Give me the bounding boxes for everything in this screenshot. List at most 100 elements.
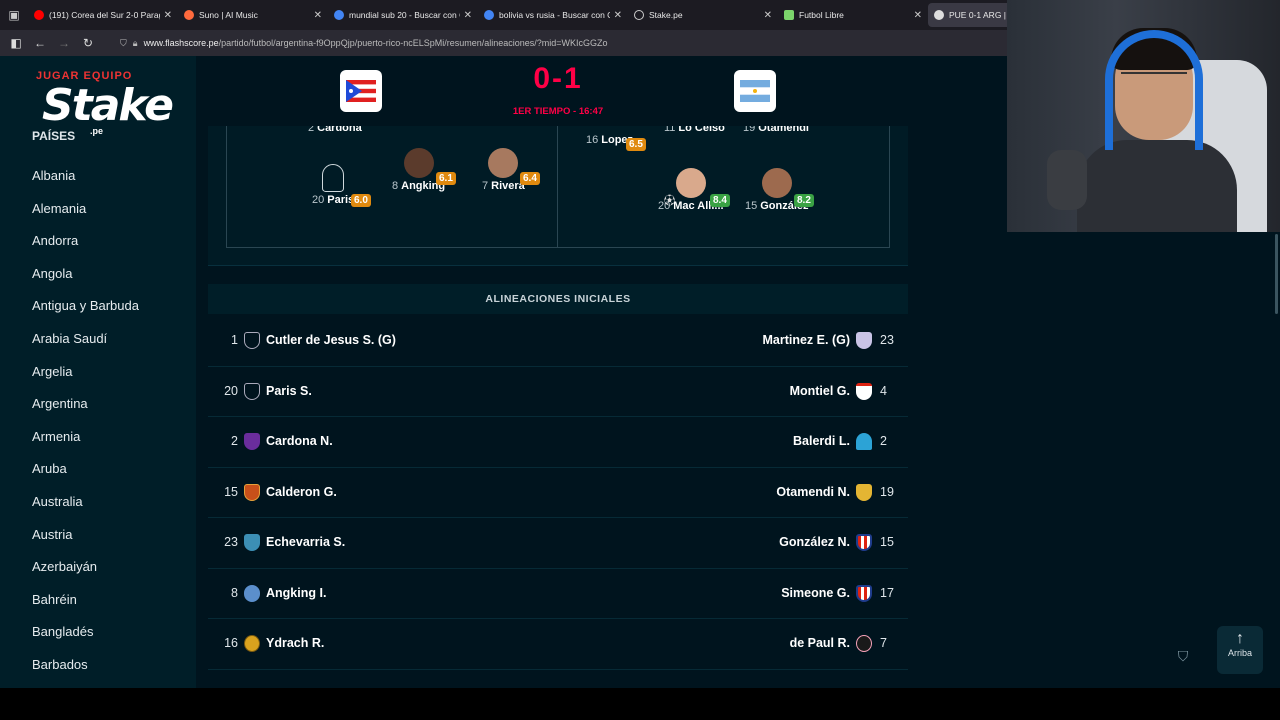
tab-list-icon[interactable]: ▣ — [0, 0, 28, 30]
country-item[interactable]: Azerbaiyán — [32, 559, 139, 592]
home-player-name[interactable]: Calderon G. — [266, 485, 337, 499]
youtube-icon — [34, 10, 44, 20]
home-player-name[interactable]: Echevarria S. — [266, 535, 345, 549]
club-crest-icon — [244, 534, 260, 551]
lineup-row: 16 Ydrach R. de Paul R. 7 — [208, 619, 908, 670]
country-item[interactable]: Argentina — [32, 396, 139, 429]
arrow-up-icon: ↑ — [1236, 630, 1244, 647]
country-item[interactable]: Aruba — [32, 461, 139, 494]
pitch-player[interactable]: 7 Rivera — [482, 148, 525, 192]
player-rating: 8.4 — [710, 194, 730, 207]
aston-villa-crest-icon — [856, 332, 872, 349]
away-player-number: 2 — [880, 434, 887, 448]
browser-tab[interactable]: Futbol Libre ✕ — [778, 0, 928, 30]
country-item[interactable]: Albania — [32, 168, 139, 201]
lineup-pitch: 2 Cardona 20 Paris 6.0 8 Angking 6.1 7 River… — [208, 122, 908, 266]
marseille-crest-icon — [856, 433, 872, 450]
country-item[interactable]: Andorra — [32, 233, 139, 266]
away-player-number: 23 — [880, 333, 894, 347]
country-item[interactable]: Armenia — [32, 429, 139, 462]
page-scrollbar[interactable] — [1275, 234, 1278, 314]
headphones — [1105, 30, 1203, 150]
argentina-flag[interactable] — [734, 70, 776, 112]
country-item[interactable]: Arabia Saudí — [32, 331, 139, 364]
screen: ▣ (191) Corea del Sur 2-0 Paragua✕ Suno … — [0, 0, 1280, 720]
away-player-number: 17 — [880, 585, 894, 600]
sidebar-toggle-icon[interactable]: ◧ — [4, 36, 28, 50]
close-tab-icon[interactable]: ✕ — [914, 10, 922, 21]
benfica-crest-icon — [856, 483, 872, 501]
river-plate-crest-icon — [856, 382, 872, 400]
home-player-number: 8 — [231, 585, 238, 600]
away-player-name[interactable]: Simeone G. — [781, 586, 850, 600]
forward-icon[interactable]: → — [52, 36, 76, 50]
lineup-table: 1 Cutler de Jesus S. (G) Martinez E. (G)… — [208, 316, 908, 670]
url-path: /partido/futbol/argentina-f9OppQjp/puert… — [218, 38, 608, 48]
google-icon — [334, 10, 344, 20]
country-item[interactable]: Bangladés — [32, 624, 139, 657]
streamer-body — [1077, 140, 1237, 232]
pitch-player[interactable]: 8 Angking — [392, 148, 445, 192]
left-sidebar: Albania Alemania Andorra Angola Antigua … — [0, 56, 196, 688]
country-item[interactable]: Alemania — [32, 201, 139, 234]
browser-tab[interactable]: Suno | AI Music ✕ — [178, 0, 328, 30]
country-item[interactable]: Angola — [32, 266, 139, 299]
player-photo — [675, 168, 706, 198]
player-rating: 6.1 — [436, 172, 456, 185]
home-player-name[interactable]: Ydrach R. — [266, 636, 324, 650]
browser-tab[interactable]: Stake.pe ✕ — [628, 0, 778, 30]
goal-ball-icon: ⚽︎ — [664, 195, 675, 207]
url-host: www.flashscore.pe — [143, 38, 219, 48]
countries-heading: PAÍSES — [32, 129, 76, 143]
away-player-name[interactable]: Martinez E. (G) — [762, 333, 850, 347]
browser-tab[interactable]: (191) Corea del Sur 2-0 Paragua✕ — [28, 0, 178, 30]
away-player-name[interactable]: Montiel G. — [790, 384, 850, 398]
browser-tab[interactable]: mundial sub 20 - Buscar con Go ✕ — [328, 0, 478, 30]
stake-logo: JUGAR EQUIPO Stake .pe — [36, 70, 174, 136]
away-player-name[interactable]: Balerdi L. — [793, 434, 850, 448]
club-crest-icon — [244, 332, 260, 349]
home-player-name[interactable]: Cardona N. — [266, 434, 333, 448]
scroll-to-top-button[interactable]: ↑ Arriba — [1217, 626, 1263, 674]
country-item[interactable]: Antigua y Barbuda — [32, 298, 139, 331]
pitch-player[interactable]: 20 Paris — [312, 164, 354, 206]
back-icon[interactable]: ← — [28, 36, 52, 50]
country-item[interactable]: Barbados — [32, 657, 139, 688]
country-item[interactable]: Australia — [32, 494, 139, 527]
match-score: 0-1 — [533, 62, 583, 95]
away-player-name[interactable]: Otamendi N. — [776, 485, 850, 499]
home-player-name[interactable]: Cutler de Jesus S. (G) — [266, 333, 396, 347]
close-tab-icon[interactable]: ✕ — [164, 10, 172, 21]
atletico-madrid-crest-icon — [856, 584, 872, 602]
home-player-name[interactable]: Paris S. — [266, 384, 312, 398]
player-photo — [403, 148, 434, 178]
home-player-name[interactable]: Angking I. — [266, 586, 326, 600]
close-tab-icon[interactable]: ✕ — [314, 10, 322, 21]
argentina-flag-icon — [740, 80, 770, 102]
address-bar[interactable]: ⛉ 🔒︎ www.flashscore.pe/partido/futbol/ar… — [120, 38, 608, 49]
browser-tab[interactable]: bolivia vs rusia - Buscar con Go ✕ — [478, 0, 628, 30]
puerto-rico-flag-icon — [346, 80, 376, 102]
close-tab-icon[interactable]: ✕ — [464, 10, 472, 21]
inter-miami-crest-icon — [856, 635, 872, 652]
puerto-rico-flag[interactable] — [340, 70, 382, 112]
atletico-madrid-crest-icon — [856, 534, 872, 551]
browser-nav-bar: ◧ ← → ↻ ⛉ 🔒︎ www.flashscore.pe/partido/f… — [0, 30, 1010, 56]
country-item[interactable]: Bahréin — [32, 592, 139, 625]
close-tab-icon[interactable]: ✕ — [614, 10, 622, 21]
player-rating: 8.2 — [794, 194, 814, 207]
away-player-name[interactable]: de Paul R. — [790, 636, 850, 650]
match-period: 1ER TIEMPO - 16:47 — [512, 106, 604, 117]
away-player-number: 19 — [880, 484, 894, 499]
away-player-name[interactable]: González N. — [779, 535, 850, 549]
home-player-number: 20 — [224, 383, 238, 398]
close-tab-icon[interactable]: ✕ — [764, 10, 772, 21]
lineups-heading: ALINEACIONES INICIALES — [208, 284, 908, 314]
shield-icon[interactable]: ⛉ — [1174, 648, 1192, 666]
lock-icon[interactable]: 🔒︎ — [133, 38, 138, 49]
match-panel: 2 Cardona 20 Paris 6.0 8 Angking 6.1 7 River… — [208, 56, 908, 688]
reload-icon[interactable]: ↻ — [76, 36, 100, 50]
country-item[interactable]: Austria — [32, 527, 139, 560]
country-item[interactable]: Argelia — [32, 364, 139, 397]
shield-icon[interactable]: ⛉ — [120, 38, 127, 49]
